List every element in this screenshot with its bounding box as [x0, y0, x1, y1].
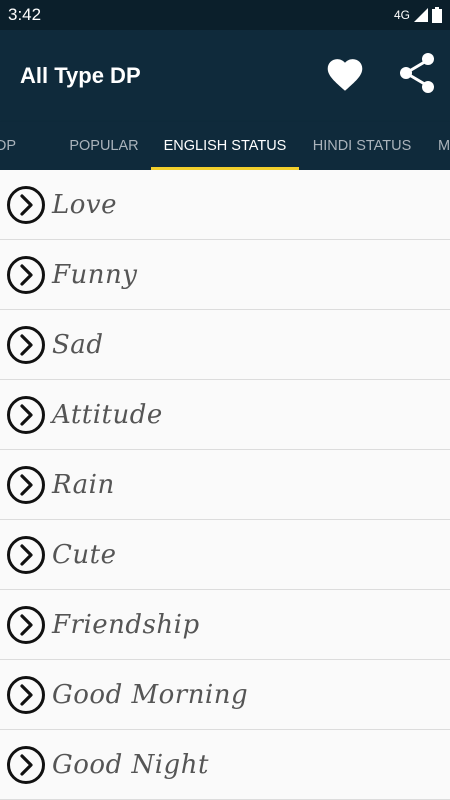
tab-dp-label: DP	[0, 138, 17, 154]
chevron-right-circle-icon	[6, 255, 46, 295]
list-item-love[interactable]: Love	[0, 170, 450, 240]
chevron-right-circle-icon	[6, 535, 46, 575]
chevron-right-circle-icon	[6, 185, 46, 225]
list-item-good-morning[interactable]: Good Morning	[0, 660, 450, 730]
list-item-rain[interactable]: Rain	[0, 450, 450, 520]
app-bar: All Type DP	[0, 30, 450, 122]
list-item-attitude[interactable]: Attitude	[0, 380, 450, 450]
list-item-label: Attitude	[52, 399, 163, 430]
list-item-cute[interactable]: Cute	[0, 520, 450, 590]
chevron-right-circle-icon	[6, 465, 46, 505]
chevron-right-circle-icon	[6, 395, 46, 435]
tab-popular-label: POPULAR	[69, 138, 139, 154]
list-item-good-night[interactable]: Good Night	[0, 730, 450, 800]
status-icons: 4G	[394, 7, 442, 23]
status-time: 3:42	[8, 5, 42, 24]
app-bar-actions	[324, 52, 436, 94]
heart-icon[interactable]	[324, 54, 366, 92]
list-item-label: Rain	[52, 469, 115, 500]
list-item-friendship[interactable]: Friendship	[0, 590, 450, 660]
tab-dp[interactable]: DP	[0, 122, 32, 170]
chevron-right-circle-icon	[6, 675, 46, 715]
list-item-label: Sad	[52, 329, 104, 360]
list-item-sad[interactable]: Sad	[0, 310, 450, 380]
chevron-right-circle-icon	[6, 325, 46, 365]
list-item-label: Funny	[52, 259, 138, 290]
tab-hindi-status[interactable]: HINDI STATUS	[300, 122, 424, 170]
chevron-right-circle-icon	[6, 745, 46, 785]
network-type: 4G	[393, 8, 410, 22]
category-list: Love Funny Sad Attitude Rain Cute Friend…	[0, 170, 450, 800]
tab-english-status[interactable]: ENGLISH STATUS	[151, 122, 299, 170]
list-item-funny[interactable]: Funny	[0, 240, 450, 310]
tab-bar: DP POPULAR ENGLISH STATUS HINDI STATUS M	[0, 122, 450, 170]
list-item-label: Good Morning	[52, 679, 249, 710]
status-bar: 3:42 4G	[0, 0, 450, 30]
tab-more-label: M	[438, 138, 450, 154]
list-item-label: Cute	[52, 539, 117, 570]
tab-english-status-label: ENGLISH STATUS	[163, 138, 287, 154]
signal-icon	[414, 8, 428, 22]
list-item-label: Good Night	[52, 749, 209, 780]
tab-hindi-status-label: HINDI STATUS	[312, 138, 412, 154]
list-item-label: Love	[52, 189, 117, 220]
battery-icon	[432, 7, 442, 23]
list-item-label: Friendship	[52, 609, 200, 640]
share-icon[interactable]	[398, 52, 436, 94]
tab-more[interactable]: M	[438, 122, 450, 170]
tab-popular[interactable]: POPULAR	[56, 122, 152, 170]
chevron-right-circle-icon	[6, 605, 46, 645]
app-title: All Type DP	[20, 63, 141, 88]
